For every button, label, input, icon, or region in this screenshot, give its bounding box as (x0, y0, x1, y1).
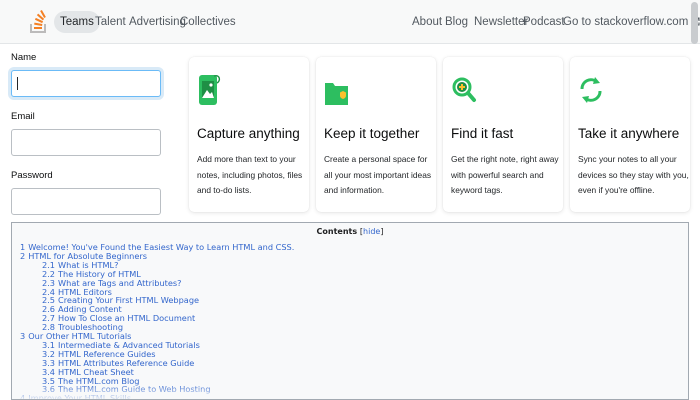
sync-icon (580, 77, 602, 103)
name-label: Name (11, 52, 37, 63)
nav-advertising[interactable]: Advertising (129, 11, 186, 33)
text-cursor (17, 77, 18, 90)
nav-blog[interactable]: Blog (445, 11, 468, 33)
card-title: Take it anywhere (578, 126, 680, 141)
toc-bracket-close: ] (380, 227, 384, 236)
phone-image-icon (199, 74, 221, 105)
password-label: Password (11, 170, 53, 181)
card-description: Sync your notes to all your devices so t… (578, 154, 689, 195)
toc-hide-link[interactable]: hide (363, 227, 380, 236)
nav-go-to-stackoverflow[interactable]: Go to stackoverflow.com (563, 11, 700, 33)
page-scrollbar[interactable] (691, 2, 698, 44)
toc-fade-overlay (12, 383, 688, 399)
nav-teams[interactable]: Teams (54, 11, 100, 33)
card-title: Capture anything (197, 126, 300, 141)
nav-go-to-stackoverflow-label: Go to stackoverflow.com (563, 16, 689, 28)
email-label: Email (11, 111, 35, 122)
table-of-contents: Contents [hide] 1 Welcome! You've Found t… (11, 222, 689, 400)
top-navigation: Teams Talent Advertising Collectives Abo… (0, 0, 700, 44)
toc-entry-number: 2 (20, 250, 26, 261)
card-description: Add more than text to your notes, includ… (197, 154, 303, 195)
card-description: Get the right note, right away with powe… (451, 154, 559, 195)
nav-collectives[interactable]: Collectives (180, 11, 236, 33)
feature-card-find-fast: Find it fast Get the right note, right a… (443, 57, 563, 212)
nav-about[interactable]: About (412, 11, 442, 33)
toc-title: Contents (316, 227, 358, 236)
card-description: Create a personal space for all your mos… (324, 154, 432, 195)
nav-podcast[interactable]: Podcast (523, 11, 565, 33)
toc-entry-number: 3 (20, 331, 26, 341)
card-title: Find it fast (451, 126, 514, 141)
email-input[interactable] (11, 129, 161, 156)
stack-overflow-logo-icon[interactable] (28, 7, 50, 35)
feature-card-take-anywhere: Take it anywhere Sync your notes to all … (570, 57, 690, 212)
nav-newsletter[interactable]: Newsletter (474, 11, 528, 33)
magnifier-icon (452, 77, 476, 102)
password-input[interactable] (11, 188, 161, 215)
nav-talent[interactable]: Talent (95, 11, 126, 33)
folder-icon (325, 83, 348, 105)
feature-card-keep-together: Keep it together Create a personal space… (316, 57, 436, 212)
card-title: Keep it together (324, 126, 420, 141)
toc-header: Contents [hide] (12, 227, 688, 236)
feature-card-capture: Capture anything Add more than text to y… (189, 57, 309, 212)
name-input[interactable] (11, 70, 161, 97)
